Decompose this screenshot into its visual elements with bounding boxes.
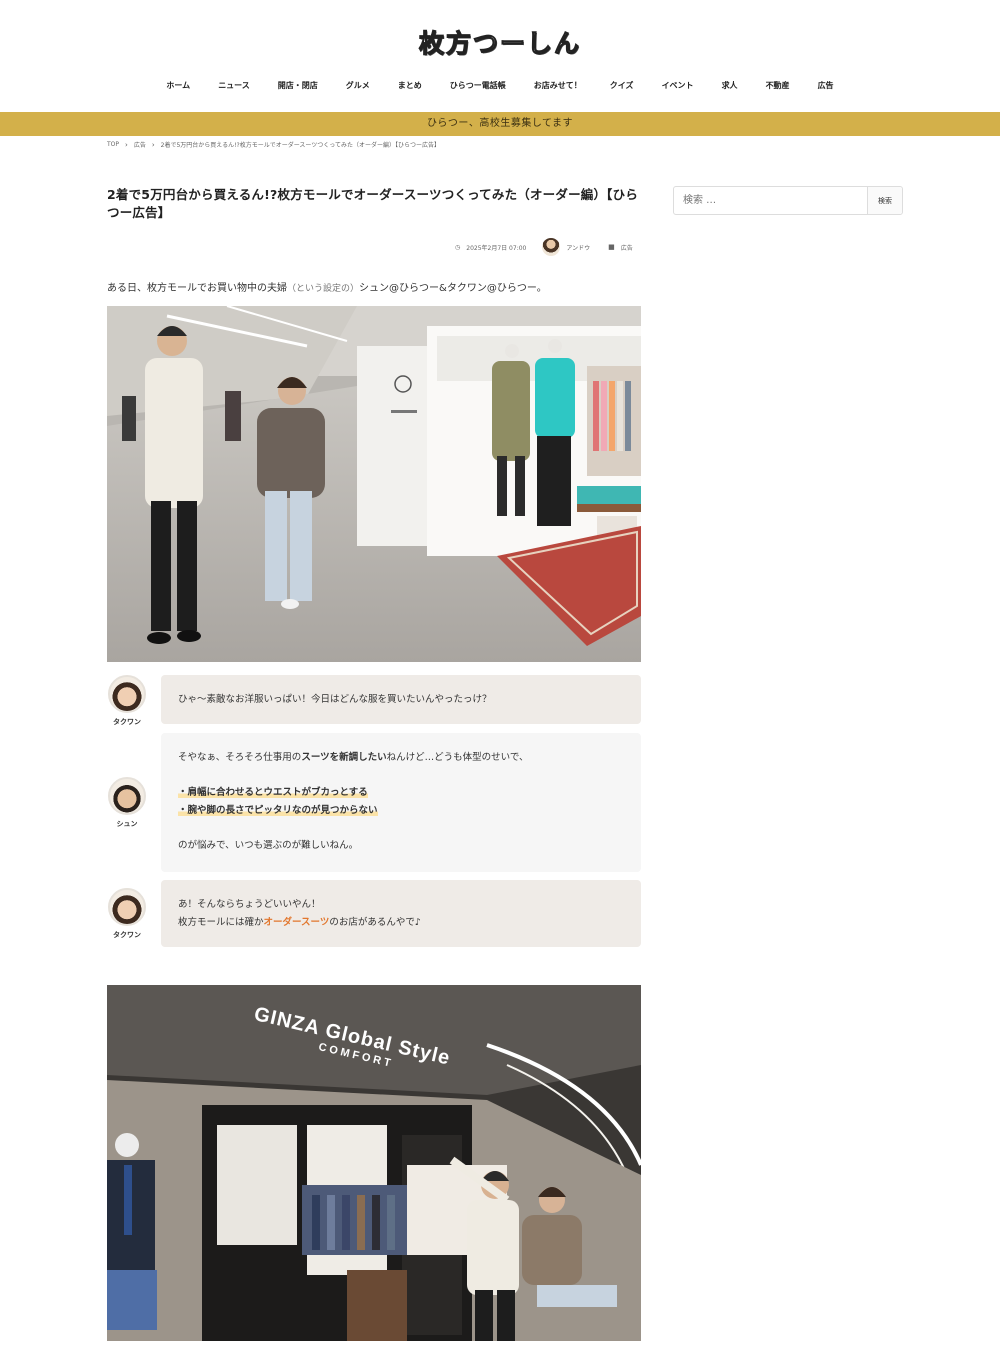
nav-item-realestate[interactable]: 不動産 [752,80,804,91]
breadcrumb-top[interactable]: TOP [107,141,119,148]
author-link[interactable]: アンドウ [566,243,590,252]
chat-bubble: あ！そんならちょうどいいやん！ 枚方モールには確かオーダースーツのお店があるんや… [161,880,641,947]
nav-item-event[interactable]: イベント [648,80,708,91]
avatar-shun: シュン [107,777,147,829]
article-meta: ◷ 2025年2月7日 07:00 アンドウ ■ 広告 [455,238,633,256]
folder-icon: ■ [608,243,615,251]
article-header: 2着で5万円台から買えるん!?枚方モールでオーダースーツつくってみた（オーダー編… [107,186,641,222]
nav-item-quiz[interactable]: クイズ [596,80,648,91]
chat-bubble: そやなぁ、そろそろ仕事用のスーツを新調したいねんけど…どうも体型のせいで、 ・肩… [161,733,641,872]
nav-item-news[interactable]: ニュース [204,80,264,91]
notice-banner[interactable]: ひらつー、高校生募集してます [0,112,1000,136]
search-button[interactable]: 検索 [867,187,902,214]
nav-item-open-close[interactable]: 開店・閉店 [264,80,332,91]
nav-item-gourmet[interactable]: グルメ [332,80,384,91]
site-header: 枚方つーしん [0,24,1000,60]
nav-item-shops[interactable]: お店みせて！ [520,80,596,91]
nav-item-ads[interactable]: 広告 [804,80,848,91]
post-date: 2025年2月7日 07:00 [466,244,527,252]
breadcrumb: TOP › 広告 › 2着で5万円台から買えるん!?枚方モールでオーダースーツつ… [107,140,440,150]
breadcrumb-current: 2着で5万円台から買えるん!?枚方モールでオーダースーツつくってみた（オーダー編… [160,142,440,149]
article-lead: ある日、枚方モールでお買い物中の夫婦（という設定の）シュン@ひらつー&タクワン@… [107,283,547,294]
nav-item-home[interactable]: ホーム [152,80,204,91]
avatar-takuwan: タクワン [107,888,147,940]
mall-walk-illustration [107,306,641,662]
category-link[interactable]: 広告 [621,243,633,252]
sidebar-search-form: 検索 [673,186,903,215]
avatar-takuwan: タクワン [107,675,147,727]
clock-icon: ◷ [455,243,461,251]
global-nav: ホーム ニュース 開店・閉店 グルメ まとめ ひらつー電話帳 お店みせて！ クイ… [0,80,1000,91]
nav-item-jobs[interactable]: 求人 [708,80,752,91]
article-photo-suit-store: GINZA Global Style COMFORT [107,985,641,1341]
chevron-right-icon: › [151,140,155,149]
search-input[interactable] [674,187,867,214]
article-photo-mall-walk [107,306,641,662]
chevron-right-icon: › [125,140,128,149]
author-avatar [542,238,561,256]
nav-item-phonebook[interactable]: ひらつー電話帳 [436,80,520,91]
breadcrumb-category[interactable]: 広告 [134,140,146,149]
site-logo[interactable]: 枚方つーしん [418,24,581,60]
nav-item-matome[interactable]: まとめ [384,80,436,91]
article-title: 2着で5万円台から買えるん!?枚方モールでオーダースーツつくってみた（オーダー編… [107,187,639,220]
chat-bubble: ひゃ〜素敵なお洋服いっぱい！今日はどんな服を買いたいんやったっけ？ [161,675,641,724]
